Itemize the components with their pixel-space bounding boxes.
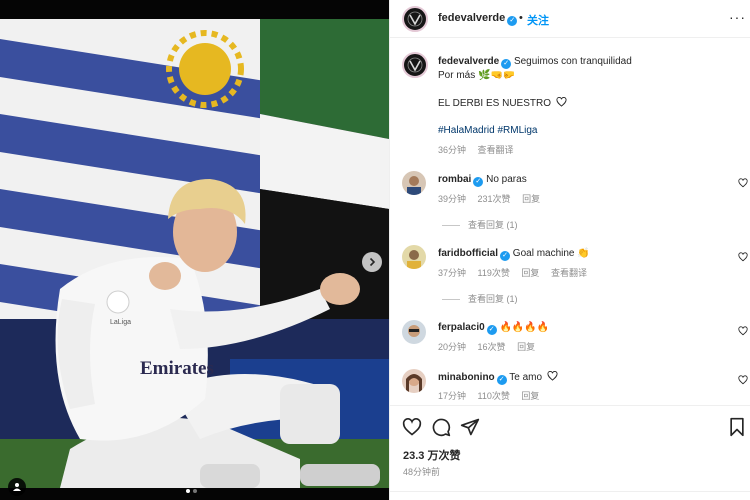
verified-icon: ✓ [486, 325, 497, 335]
reply-button[interactable]: 回复 [521, 268, 539, 278]
comment-composer[interactable] [390, 491, 750, 500]
caption-time: 36分钟 [438, 145, 467, 155]
post-photo[interactable]: LaLiga Emirates [0, 0, 389, 500]
follow-button[interactable]: 关注 [527, 12, 549, 28]
comment-translate-button[interactable]: 查看翻译 [551, 268, 587, 278]
like-count[interactable]: 23.3 万次赞 [403, 447, 460, 463]
caption-translate-button[interactable]: 查看翻译 [478, 145, 514, 155]
comment-text: No paras [486, 174, 527, 185]
comment-ferpalaci0: ferpalaci0 ✓ 🔥🔥🔥🔥 [438, 322, 549, 335]
comment-meta: 37分钟 119次赞 回复 查看翻译 [438, 268, 587, 278]
more-icon[interactable]: ··· [729, 9, 746, 25]
post-header: fedevalverde ✓ • 关注 ··· [390, 0, 750, 38]
caption-username[interactable]: fedevalverde [438, 56, 499, 67]
comment-avatar[interactable] [402, 320, 426, 344]
next-image-button[interactable] [362, 252, 382, 272]
author-logo-icon [407, 57, 423, 73]
comment-faridbofficial: faridbofficial ✓ Goal machine 👏 [438, 248, 590, 261]
comment-username[interactable]: faridbofficial [438, 248, 498, 259]
separator-dot: • [519, 12, 523, 24]
heart-icon [547, 371, 558, 381]
caption-meta: 36分钟 查看翻译 [438, 143, 514, 156]
verified-icon: ✓ [507, 16, 518, 26]
caption-hashtags[interactable]: #HalaMadrid #RMLiga [438, 125, 538, 136]
verified-icon: ✓ [500, 251, 511, 261]
post-actions: 23.3 万次赞 48分钟前 [390, 405, 750, 500]
comment-avatar[interactable] [402, 171, 426, 195]
comment-likes-button[interactable]: 110次赞 [478, 391, 510, 401]
view-replies-button[interactable]: 查看回复 (1) [442, 292, 518, 305]
verified-icon: ✓ [501, 59, 512, 69]
heart-icon[interactable] [738, 178, 748, 188]
comment-minabonino: minabonino ✓ Te amo [438, 371, 558, 385]
comment-text: Goal machine 👏 [512, 248, 590, 259]
comment-meta: 39分钟 231次赞 回复 [438, 194, 541, 204]
caption-second-line: Por más 🌿🤜🤛 [438, 70, 516, 81]
reply-button[interactable]: 回复 [522, 194, 540, 204]
comment-avatar[interactable] [402, 369, 426, 393]
post-side-panel: fedevalverde ✓ • 关注 ··· fedevalverde ✓ Seg… [389, 0, 750, 500]
caption-author-avatar[interactable] [402, 52, 428, 78]
heart-icon[interactable] [738, 326, 748, 336]
comment-likes-button[interactable]: 16次赞 [478, 342, 506, 352]
author-logo-icon [407, 11, 423, 27]
post-date: 48分钟前 [403, 467, 441, 477]
verified-icon: ✓ [496, 375, 507, 385]
author-username[interactable]: fedevalverde ✓ [438, 12, 518, 26]
comment-rombai: rombai ✓ No paras [438, 174, 527, 187]
svg-text:Emirates: Emirates [140, 358, 214, 379]
photo-top-bar [0, 0, 389, 19]
comment-text: Te amo [509, 372, 543, 383]
comment-username[interactable]: ferpalaci0 [438, 322, 485, 333]
comment-username[interactable]: rombai [438, 174, 471, 185]
view-replies-button[interactable]: 查看回复 (1) [442, 218, 518, 231]
share-icon[interactable] [460, 417, 480, 437]
save-icon[interactable] [727, 417, 747, 437]
tagged-users-button[interactable] [8, 478, 26, 496]
next-icon [369, 257, 376, 267]
heart-icon [556, 97, 567, 107]
photo-scene: LaLiga Emirates [0, 19, 389, 488]
author-avatar[interactable] [402, 6, 428, 32]
comment-meta: 17分钟 110次赞 回复 [438, 391, 540, 401]
comment-likes-button[interactable]: 119次赞 [478, 268, 510, 278]
caption-third-line: EL DERBI ES NUESTRO [438, 97, 567, 109]
comment-avatar[interactable] [402, 245, 426, 269]
tag-icon [13, 483, 21, 491]
like-icon[interactable] [402, 417, 422, 437]
comment-text: 🔥🔥🔥🔥 [499, 322, 550, 333]
caption-first-line: fedevalverde ✓ Seguimos con tranquilidad [438, 56, 632, 69]
verified-icon: ✓ [473, 177, 484, 187]
comment-icon[interactable] [431, 417, 451, 437]
carousel-indicator [186, 489, 197, 493]
caption-text: Seguimos con tranquilidad [513, 56, 632, 67]
reply-button[interactable]: 回复 [517, 342, 535, 352]
comment-username[interactable]: minabonino [438, 372, 495, 383]
heart-icon[interactable] [738, 252, 748, 262]
comment-meta: 20分钟 16次赞 回复 [438, 342, 536, 352]
reply-button[interactable]: 回复 [521, 391, 539, 401]
svg-text:LaLiga: LaLiga [110, 319, 131, 326]
heart-icon[interactable] [738, 375, 748, 385]
comment-likes-button[interactable]: 231次赞 [478, 194, 511, 204]
